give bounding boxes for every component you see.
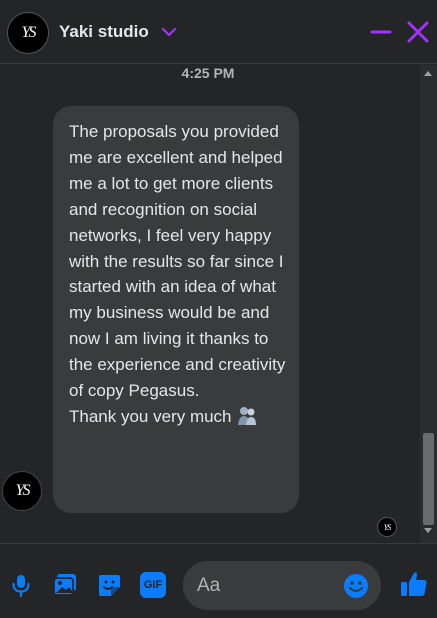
message-input-wrapper (183, 561, 381, 610)
sender-avatar-logo-text: YS (15, 482, 31, 499)
minimize-icon[interactable] (369, 20, 393, 44)
chat-header: YS Yaki studio (0, 0, 437, 64)
message-timestamp: 4:25 PM (181, 65, 235, 81)
hugging-people-icon (237, 406, 256, 425)
gif-icon[interactable]: GIF (140, 572, 166, 598)
avatar-logo-text: YS (21, 24, 37, 41)
emoji-icon[interactable] (343, 573, 369, 599)
scroll-down-arrow-icon[interactable] (424, 528, 432, 533)
sticker-icon[interactable] (96, 572, 122, 598)
scroll-up-arrow-icon[interactable] (424, 71, 432, 76)
contact-name[interactable]: Yaki studio (59, 22, 149, 42)
sender-avatar[interactable]: YS (2, 471, 42, 511)
contact-avatar[interactable]: YS (7, 12, 49, 54)
message-text: The proposals you provided me are excell… (69, 122, 286, 401)
microphone-icon[interactable] (8, 572, 34, 598)
close-icon[interactable] (405, 19, 431, 45)
scrollbar[interactable] (420, 65, 437, 543)
message-input[interactable] (183, 561, 343, 610)
gif-label: GIF (143, 579, 163, 591)
chevron-down-icon[interactable] (160, 24, 178, 40)
scrollbar-thumb[interactable] (423, 433, 434, 525)
seen-indicator-avatar: YS (377, 517, 397, 537)
composer-bar: GIF (0, 543, 437, 618)
image-icon[interactable] (52, 572, 78, 598)
message-closing: Thank you very much (69, 406, 232, 426)
seen-avatar-logo-text: YS (383, 522, 392, 532)
message-list[interactable]: 4:25 PM The proposals you provided me ar… (0, 65, 437, 543)
message-bubble[interactable]: The proposals you provided me are excell… (53, 106, 299, 513)
like-icon[interactable] (399, 569, 429, 599)
